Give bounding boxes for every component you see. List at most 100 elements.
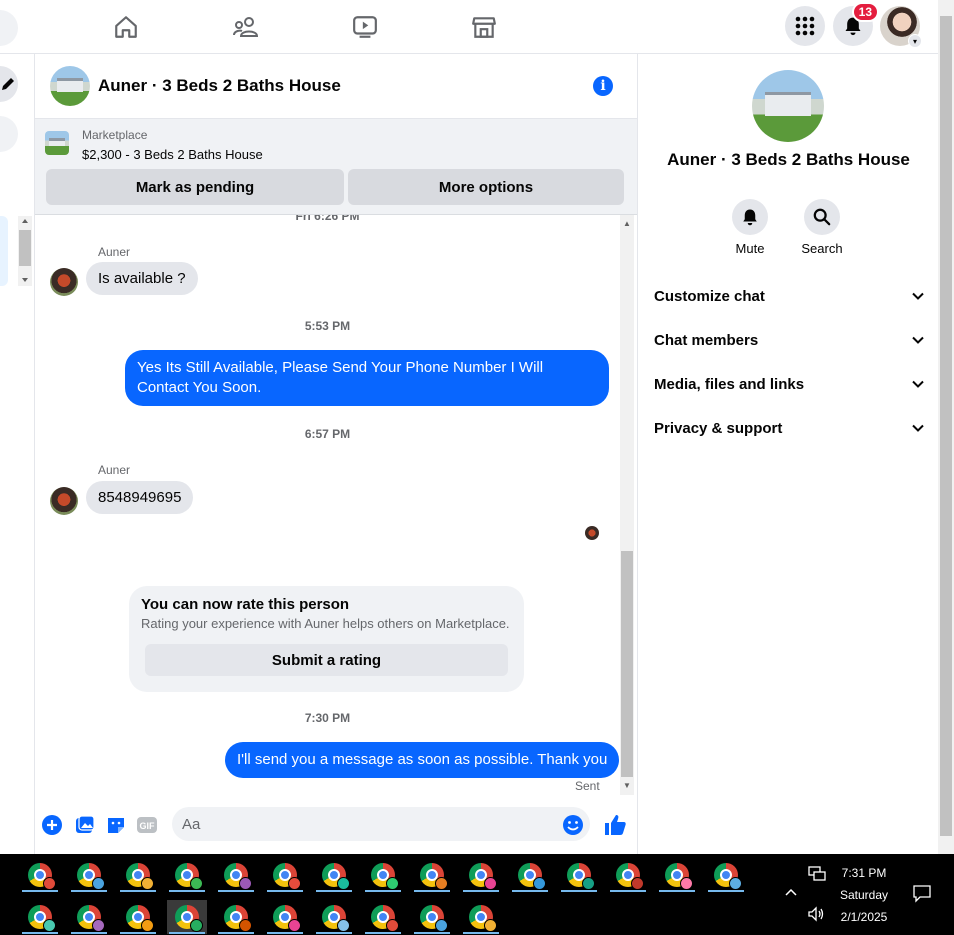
chrome-taskbar-button[interactable] [412,900,452,934]
clock-day[interactable]: Saturday [830,888,898,902]
like-icon[interactable] [602,812,628,838]
chat-search-pill[interactable] [0,116,18,152]
rating-subtitle: Rating your experience with Auner helps … [141,616,510,631]
mute-action[interactable]: Mute [720,199,780,256]
volume-icon[interactable] [808,906,826,922]
scroll-down-arrow[interactable]: ▼ [623,781,631,790]
message-input[interactable] [172,807,590,841]
submit-rating-button[interactable]: Submit a rating [145,644,508,676]
add-attachment-icon[interactable] [41,814,63,836]
section-media-files-links[interactable]: Media, files and links [654,376,924,393]
search-pill[interactable] [0,10,18,46]
chrome-taskbar-button[interactable] [559,858,599,892]
section-privacy-support[interactable]: Privacy & support [654,420,924,437]
mute-label: Mute [735,241,765,256]
outgoing-message[interactable]: Yes Its Still Available, Please Send You… [125,350,609,406]
search-action[interactable]: Search [792,199,852,256]
search-label: Search [801,241,843,256]
svg-text:GIF: GIF [140,821,156,831]
chrome-taskbar-button[interactable] [412,858,452,892]
network-icon[interactable] [808,866,826,882]
seen-indicator-avatar [585,526,599,540]
sender-name: Auner [98,245,131,259]
emoji-icon[interactable] [562,814,584,836]
rating-card: You can now rate this person Rating your… [129,586,524,692]
chrome-taskbar-button[interactable] [167,858,207,892]
sticker-icon[interactable] [105,814,127,836]
chrome-taskbar-button[interactable] [461,900,501,934]
profile-badge-icon [141,877,154,890]
account-avatar[interactable]: ▾ [880,6,922,48]
chrome-taskbar-button[interactable] [657,858,697,892]
conversation-avatar[interactable] [50,66,90,106]
gif-icon[interactable]: GIF [136,814,158,836]
notifications-button[interactable]: 13 [833,2,879,46]
more-options-button[interactable]: More options [348,169,624,205]
open-window-indicator [267,890,303,892]
incoming-message[interactable]: Is available ? [86,262,198,295]
profile-badge-icon [239,877,252,890]
conversation-title[interactable]: Auner · 3 Beds 2 Baths House [98,76,341,96]
chrome-taskbar-button[interactable] [363,900,403,934]
rating-title: You can now rate this person [141,596,350,613]
section-label: Customize chat [654,288,765,305]
info-icon[interactable]: i [593,76,613,96]
section-chat-members[interactable]: Chat members [654,332,924,349]
chrome-taskbar-button[interactable] [20,900,60,934]
sender-avatar[interactable] [50,268,78,296]
photo-icon[interactable] [74,814,96,836]
profile-photo[interactable] [752,70,824,142]
sender-avatar[interactable] [50,487,78,515]
chrome-taskbar-button[interactable] [265,858,305,892]
clock-time[interactable]: 7:31 PM [830,866,898,880]
bell-icon [732,199,768,235]
chrome-taskbar-button[interactable] [118,858,158,892]
listing-price-title[interactable]: $2,300 - 3 Beds 2 Baths House [82,147,263,162]
chrome-taskbar-button[interactable] [510,858,550,892]
chrome-taskbar-button[interactable] [20,858,60,892]
chrome-taskbar-button[interactable] [706,858,746,892]
chrome-taskbar-button[interactable] [69,858,109,892]
chat-list-column [0,54,35,854]
marketplace-icon[interactable] [467,10,501,44]
chrome-taskbar-button[interactable] [314,900,354,934]
chrome-icon [322,905,350,932]
mark-pending-button[interactable]: Mark as pending [46,169,344,205]
chrome-taskbar-button[interactable] [314,858,354,892]
clock-date[interactable]: 2/1/2025 [830,910,898,924]
chrome-taskbar-button[interactable] [216,900,256,934]
open-window-indicator [71,932,107,934]
chrome-taskbar-button[interactable] [363,858,403,892]
chevron-up-icon[interactable] [784,886,798,900]
new-message-button[interactable] [0,66,18,102]
chrome-icon [28,905,56,932]
listing-thumbnail[interactable] [45,131,69,155]
scroll-up-arrow[interactable]: ▲ [623,219,631,228]
profile-badge-icon [337,919,350,932]
page-scrollbar-thumb[interactable] [940,16,952,836]
section-label: Chat members [654,332,759,349]
timestamp: 6:57 PM [304,427,351,441]
chrome-taskbar-button[interactable] [167,900,207,934]
apps-menu-button[interactable] [785,6,825,46]
chrome-taskbar-button[interactable] [69,900,109,934]
profile-badge-icon [533,877,546,890]
chat-list-scrollbar[interactable] [18,216,32,286]
chrome-taskbar-button[interactable] [608,858,648,892]
section-customize-chat[interactable]: Customize chat [654,288,924,305]
video-icon[interactable] [348,10,382,44]
message-scrollbar[interactable]: ▲ ▼ [620,215,634,795]
incoming-message[interactable]: 8548949695 [86,481,194,514]
chrome-icon [420,905,448,932]
chrome-taskbar-button[interactable] [118,900,158,934]
chrome-taskbar-button[interactable] [265,900,305,934]
page-scrollbar[interactable] [938,0,954,854]
chrome-taskbar-button[interactable] [461,858,501,892]
action-center-icon[interactable] [912,884,932,904]
outgoing-message[interactable]: I'll send you a message as soon as possi… [225,742,620,778]
chrome-taskbar-button[interactable] [216,858,256,892]
chevron-down-icon [912,424,924,432]
friends-icon[interactable] [229,10,263,44]
scrollbar-thumb[interactable] [621,551,633,777]
home-icon[interactable] [109,10,143,44]
